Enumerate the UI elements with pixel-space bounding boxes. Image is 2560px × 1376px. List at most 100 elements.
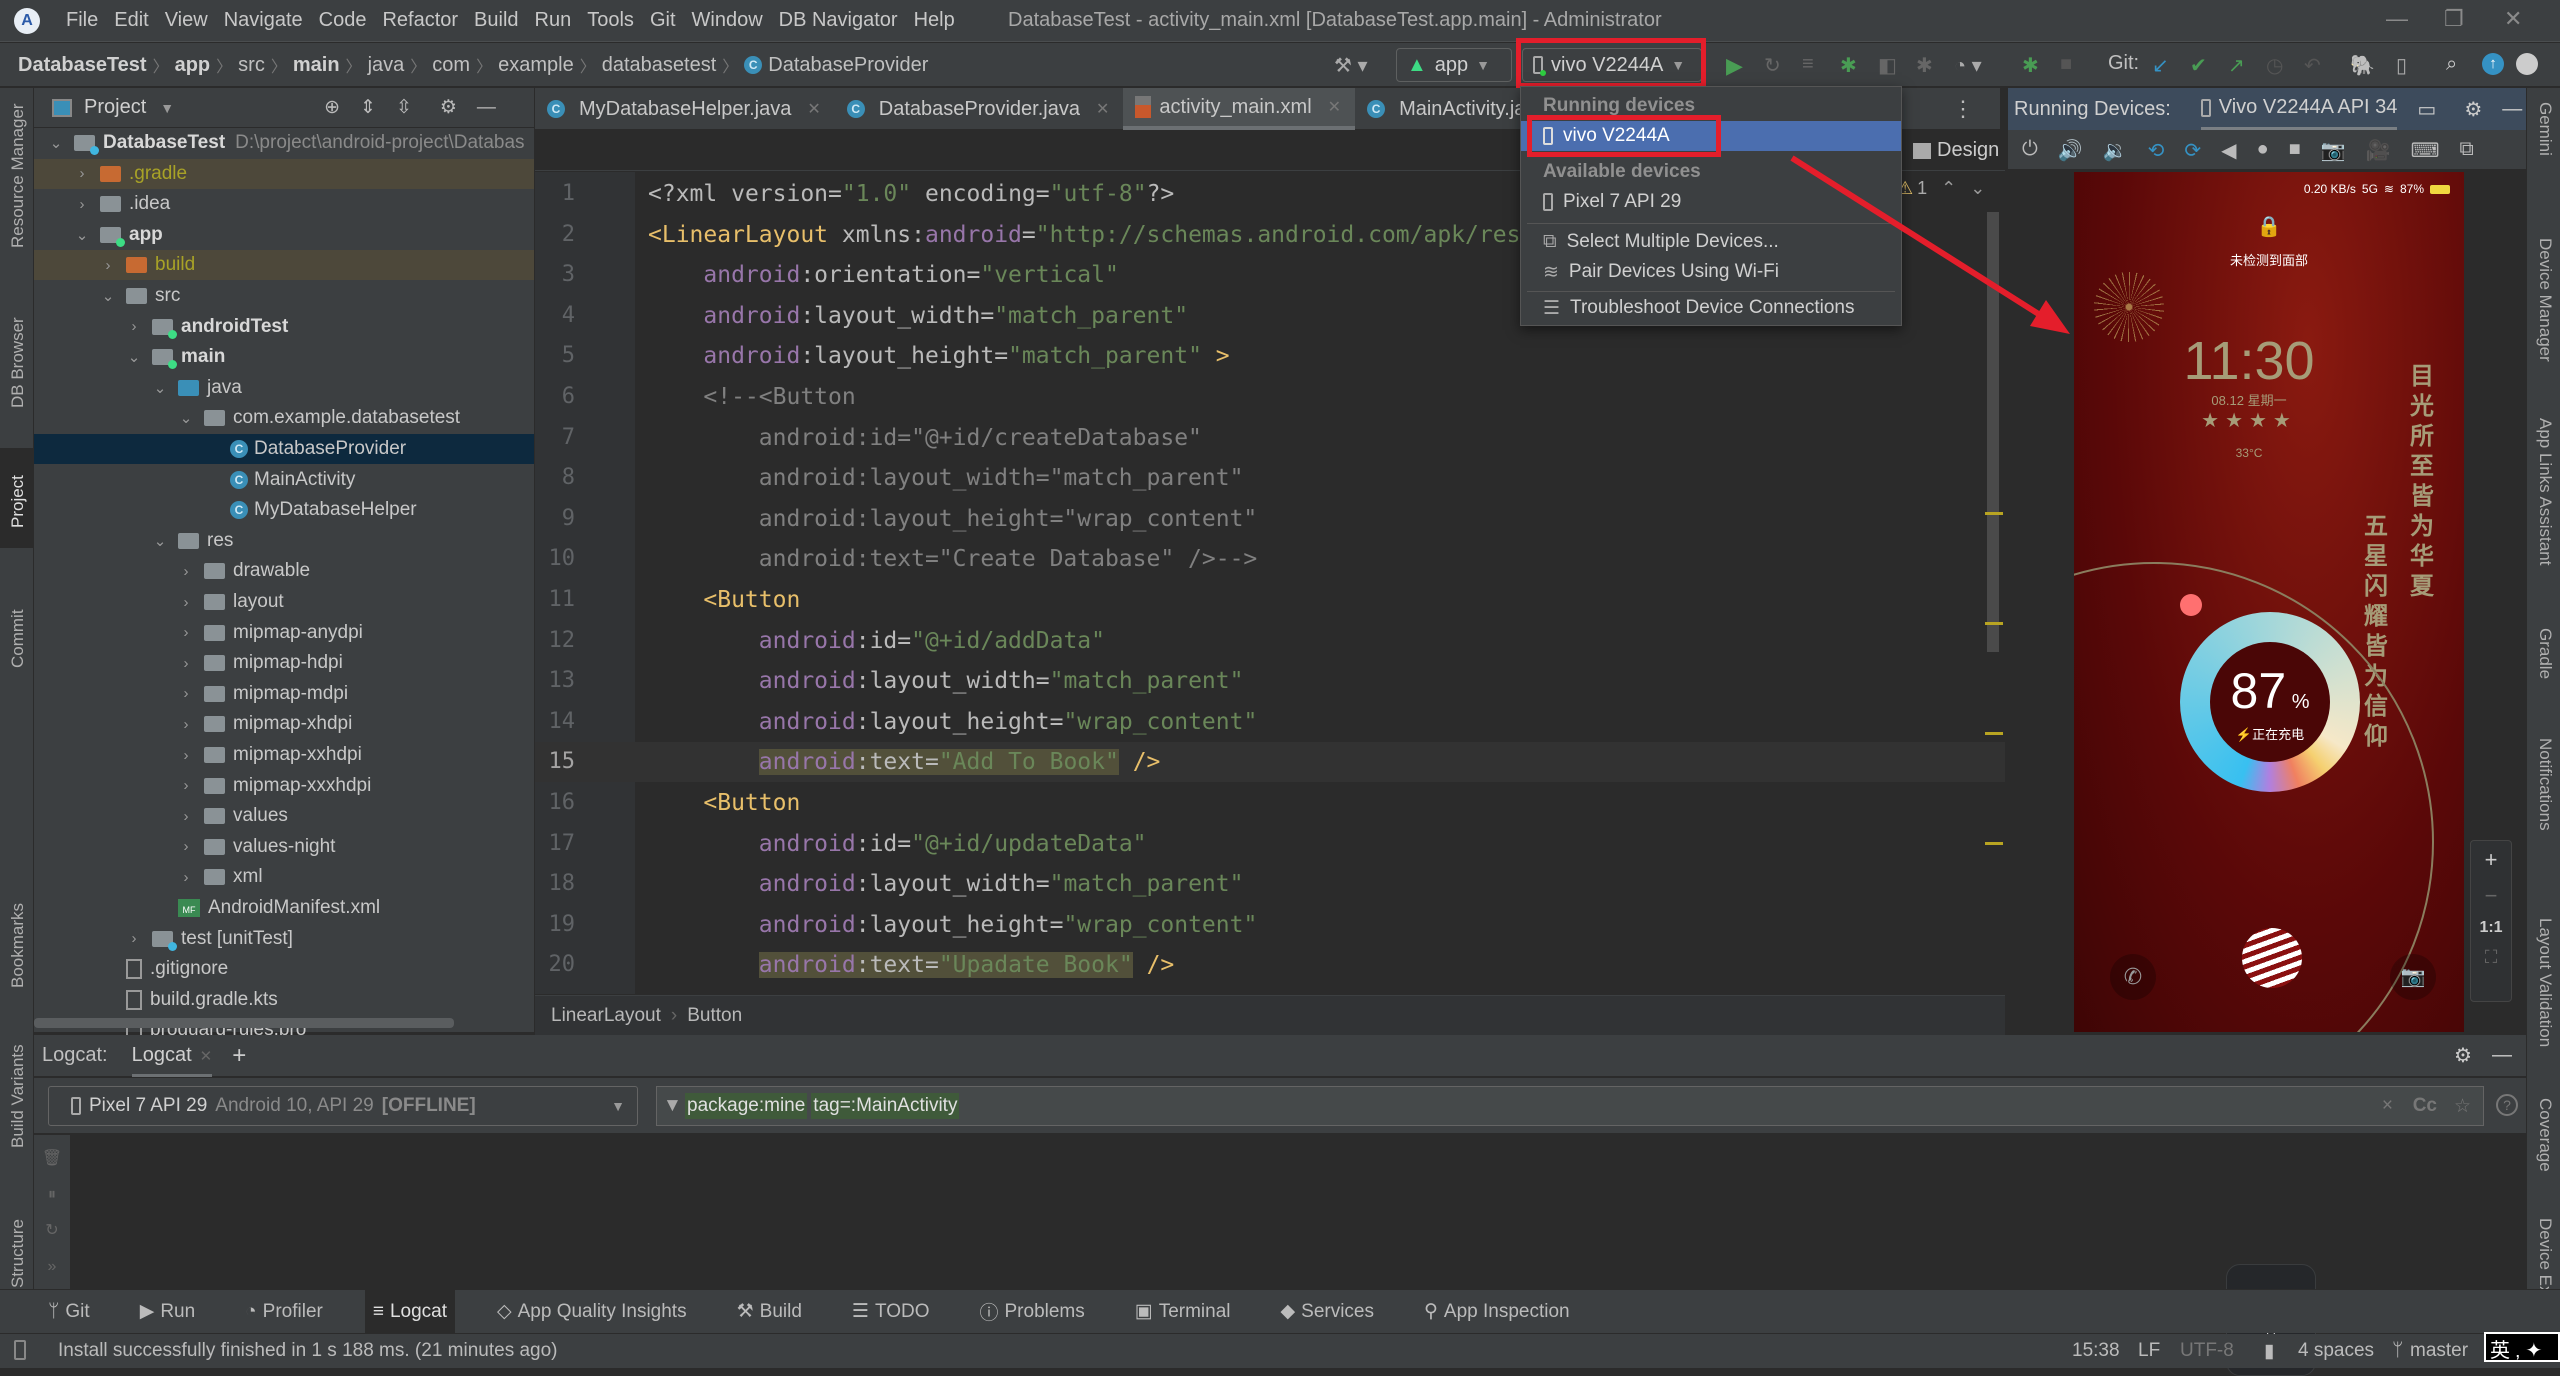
tree-item[interactable]: ⌄ app [34,220,534,250]
tool-window-profiler[interactable]: ◔ Profiler [237,1290,331,1334]
tree-item[interactable]: › mipmap-xxhdpi [34,740,534,770]
run-icon[interactable]: ▶ [1726,53,1743,79]
readonly-icon[interactable]: ▮ [2264,1340,2274,1363]
breadcrumb-item[interactable]: example [498,54,574,77]
chevron-right-icon[interactable]: › [178,808,194,825]
menu-build[interactable]: Build [474,9,518,32]
filter-icon[interactable]: ▼ [663,1095,685,1117]
tree-item[interactable]: C MainActivity [34,465,534,495]
inspect-icon[interactable]: ⧉ [2459,138,2473,163]
close-button[interactable]: ✕ [2504,6,2522,32]
editor-tab[interactable]: C DatabaseProvider.java ✕ [835,88,1124,130]
git-commit-icon[interactable]: ✔ [2190,53,2207,78]
profile-icon[interactable]: ◧ [1878,53,1897,78]
clear-filter-button[interactable]: × [2382,1095,2393,1117]
chevron-right-icon[interactable]: › [74,165,90,182]
menu-view[interactable]: View [165,9,208,32]
code-line[interactable]: 17 android:id="@+id/updateData" [535,824,2005,864]
hide-panel-icon[interactable]: — [477,97,496,119]
overview-icon[interactable]: ■ [2289,138,2301,163]
tool-window-run[interactable]: ▶ Run [132,1290,203,1334]
chevron-right-icon[interactable]: › [178,563,194,580]
menu-window[interactable]: Window [692,9,763,32]
chevron-down-icon[interactable]: ⌄ [1970,178,1985,199]
restart-icon[interactable]: ↻ [34,1213,70,1249]
tree-item[interactable]: build.gradle.kts [34,985,534,1015]
keyboard-icon[interactable]: ⌨ [2411,138,2440,163]
code-line[interactable]: 15 android:text="Add To Book" /> [535,742,2005,783]
chevron-right-icon[interactable]: › [178,747,194,764]
chevron-right-icon[interactable]: › [178,838,194,855]
tool-window-git[interactable]: ᛘ Git [40,1290,98,1334]
tool-window-services[interactable]: ◆ Services [1273,1290,1382,1334]
more-tabs-icon[interactable]: ⋮ [1952,96,1974,122]
breadcrumb-item[interactable]: databasetest [602,54,717,77]
breadcrumb-linearlayout[interactable]: LinearLayout [551,1005,661,1027]
build-hammer-icon[interactable]: ⚒ ▾ [1334,53,1368,78]
search-icon[interactable]: ⌕ [2446,53,2457,76]
ime-indicator[interactable]: 英 ‚ ✦ [2484,1332,2560,1362]
tree-item[interactable]: › drawable [34,556,534,586]
inspection-widget[interactable]: ⚠ 1 ⌃ ⌄ [1897,178,1985,199]
tree-item[interactable]: ⌄ res [34,526,534,556]
tree-item[interactable]: › .idea [34,189,534,219]
attach-debugger-icon[interactable]: ✱ [1916,53,1933,78]
update-icon[interactable]: ↑ [2482,53,2504,75]
locate-icon[interactable]: ⊕ [324,96,340,119]
logcat-tab[interactable]: Logcat ✕ [131,1035,213,1077]
close-tab-icon[interactable]: ✕ [200,1048,213,1065]
chevron-right-icon[interactable]: › [178,685,194,702]
tree-item[interactable]: › mipmap-hdpi [34,648,534,678]
code-line[interactable]: 13 android:layout_width="match_parent" [535,661,2005,701]
rotate-right-icon[interactable]: ⟳ [2184,138,2201,163]
menu-navigate[interactable]: Navigate [224,9,303,32]
chevron-right-icon[interactable]: › [100,257,116,274]
back-icon[interactable]: ◀ [2221,138,2236,163]
tree-item[interactable]: ⌄ src [34,281,534,311]
indent-setting[interactable]: 4 spaces [2298,1340,2374,1362]
power-icon[interactable]: ⏻ [2022,138,2038,163]
tree-item[interactable]: › mipmap-mdpi [34,679,534,709]
line-separator[interactable]: LF [2138,1340,2160,1362]
chevron-down-icon[interactable]: ⌄ [100,287,116,305]
menu-file[interactable]: File [66,9,98,32]
device-manager-icon[interactable]: ▯ [2396,53,2407,78]
menu-code[interactable]: Code [319,9,367,32]
chevron-right-icon[interactable]: › [74,196,90,213]
tree-item[interactable]: ⌄ com.example.databasetest [34,403,534,433]
tree-item[interactable]: › mipmap-xxxhdpi [34,771,534,801]
tool-window-build[interactable]: ⚒ Build [729,1290,810,1334]
chevron-right-icon[interactable]: › [126,318,142,335]
tool-window-problems[interactable]: ⓘ Problems [971,1290,1092,1334]
tree-item[interactable]: › androidTest [34,312,534,342]
menu-edit[interactable]: Edit [114,9,148,32]
code-line[interactable]: 7 android:id="@+id/createDatabase" [535,418,2005,458]
menu-git[interactable]: Git [650,9,676,32]
editor-tab[interactable]: C MyDatabaseHelper.java ✕ [535,88,835,130]
actual-size-button[interactable]: 1:1 [2479,919,2502,937]
attach-process-icon[interactable]: ✱ [2022,53,2039,78]
menu-refactor[interactable]: Refactor [382,9,458,32]
code-line[interactable]: 6 <!--<Button [535,377,2005,417]
logcat-device-selector[interactable]: Pixel 7 API 29 Android 10, API 29 [OFFLI… [48,1086,638,1126]
breadcrumb-item[interactable]: com [432,54,470,77]
breadcrumb-item[interactable]: DatabaseProvider [768,54,928,77]
breadcrumb-item[interactable]: main [293,54,340,77]
zoom-in-button[interactable]: + [2485,847,2498,873]
vertical-scrollbar[interactable] [1987,212,1999,652]
camera-icon[interactable]: 📷 [2390,954,2436,1000]
menu-run[interactable]: Run [535,9,572,32]
code-line[interactable]: 9 android:layout_height="wrap_content" [535,499,2005,539]
project-view-selector[interactable]: Project [84,96,146,119]
help-icon[interactable]: ? [2496,1094,2518,1116]
troubleshoot-item[interactable]: ☰ Troubleshoot Device Connections [1521,293,1901,323]
tool-notifications[interactable]: Notifications [2535,738,2555,831]
git-history-icon[interactable]: ◷ [2266,53,2283,78]
tool-commit[interactable]: Commit [8,609,28,668]
git-update-icon[interactable]: ↙ [2152,53,2169,78]
code-line[interactable]: 5 android:layout_height="match_parent" > [535,336,2005,376]
chevron-right-icon[interactable]: › [178,869,194,886]
tool-project[interactable]: Project [8,475,28,528]
pause-icon[interactable]: ⏸ [34,1177,70,1213]
chevron-down-icon[interactable]: ⌄ [152,532,168,550]
